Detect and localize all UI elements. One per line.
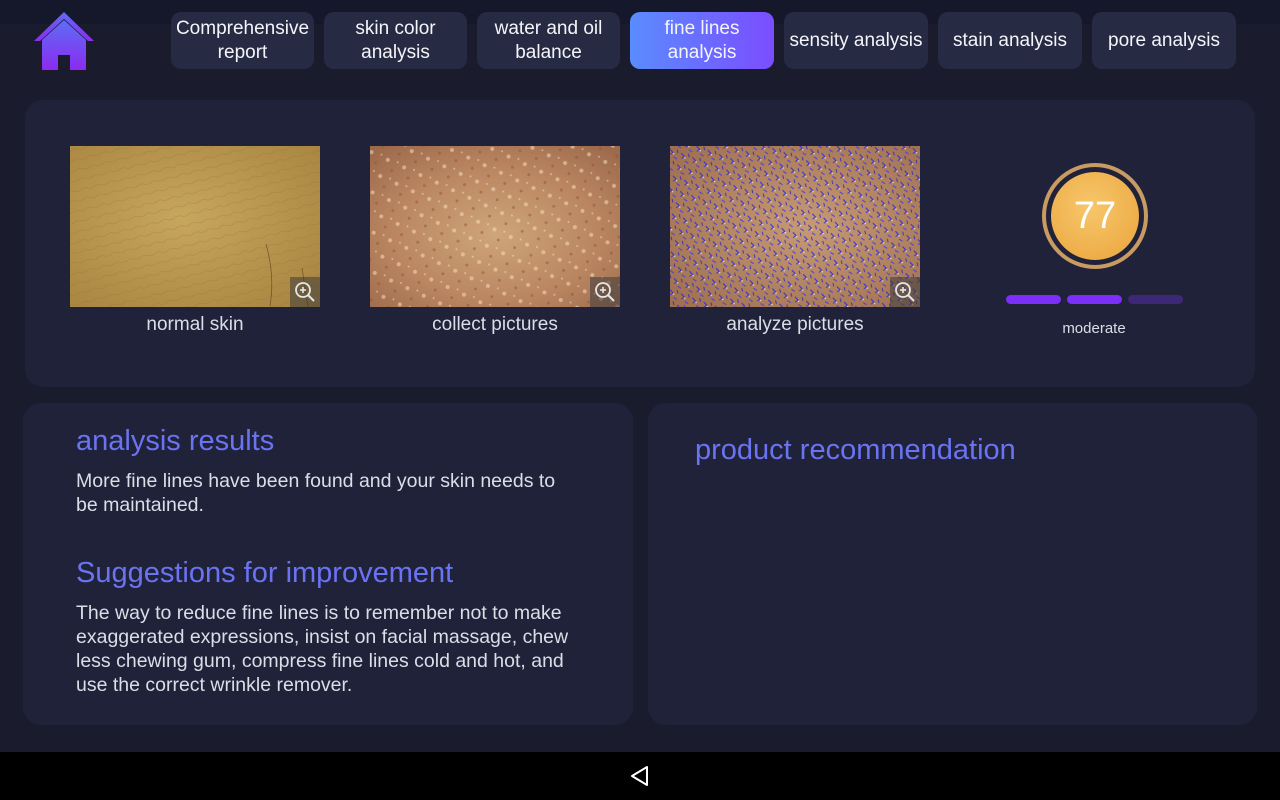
analyze-pictures-label: analyze pictures [726, 314, 864, 335]
home-icon [34, 12, 94, 70]
suggestions-title: Suggestions for improvement [76, 557, 454, 589]
level-segment-empty [1128, 295, 1183, 304]
analysis-results-title: analysis results [76, 425, 275, 457]
back-triangle-icon [631, 766, 648, 786]
analysis-results-text: More fine lines have been found and your… [76, 470, 556, 516]
tab-fine-lines-analysis[interactable]: fine lines analysis [630, 12, 774, 69]
tab-comprehensive-report[interactable]: Comprehensive report [171, 12, 314, 69]
score-ring: 77 [1042, 163, 1148, 269]
zoom-in-icon [295, 282, 315, 302]
collect-pictures-label: collect pictures [432, 314, 558, 335]
score-value: 77 [1051, 172, 1139, 260]
normal-skin-label: normal skin [146, 314, 244, 335]
tab-sensity-analysis[interactable]: sensity analysis [784, 12, 928, 69]
product-recommendation-title: product recommendation [695, 434, 1016, 466]
zoom-in-icon [595, 282, 615, 302]
zoom-in-icon [895, 282, 915, 302]
home-button[interactable] [32, 8, 96, 72]
tab-pore-analysis[interactable]: pore analysis [1092, 12, 1236, 69]
back-button[interactable] [626, 762, 654, 790]
zoom-button[interactable] [890, 277, 920, 307]
zoom-button[interactable] [290, 277, 320, 307]
tab-skin-color-analysis[interactable]: skin color analysis [324, 12, 467, 69]
collected-skin-image[interactable] [370, 146, 620, 307]
zoom-button[interactable] [590, 277, 620, 307]
tab-stain-analysis[interactable]: stain analysis [938, 12, 1082, 69]
level-segment-filled [1006, 295, 1061, 304]
analyzed-skin-image[interactable] [670, 146, 920, 307]
suggestions-text: The way to reduce fine lines is to remem… [76, 602, 569, 696]
level-segment-filled [1067, 295, 1122, 304]
level-label: moderate [1062, 320, 1126, 337]
system-nav-bar [0, 752, 1280, 800]
normal-skin-image[interactable] [70, 146, 320, 307]
tab-water-oil-balance[interactable]: water and oil balance [477, 12, 620, 69]
